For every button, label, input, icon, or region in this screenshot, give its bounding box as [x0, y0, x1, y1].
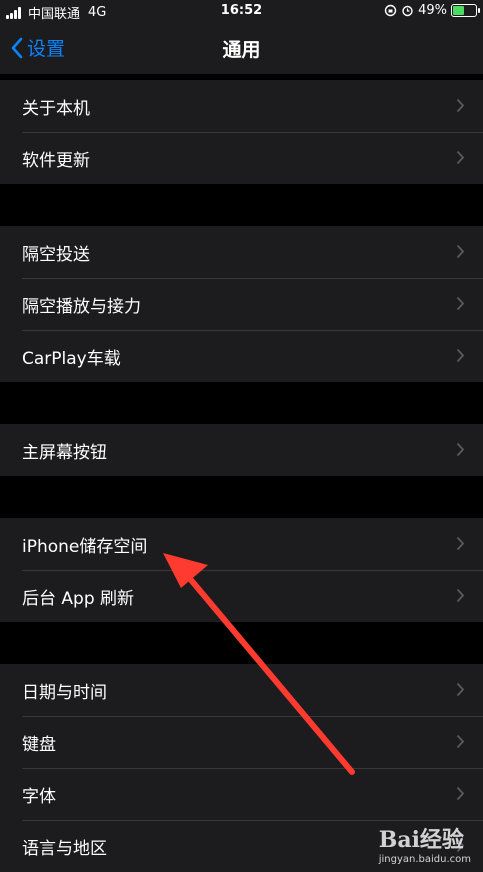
settings-row-airdrop[interactable]: 隔空投送	[0, 226, 483, 278]
settings-row-airplay-handoff[interactable]: 隔空播放与接力	[0, 278, 483, 330]
settings-group-airdrop: 隔空投送 隔空播放与接力 CarPlay车载	[0, 226, 483, 382]
watermark-brand: Bai经验	[378, 827, 464, 853]
row-label: 软件更新	[22, 150, 90, 171]
settings-group-home-button: 主屏幕按钮	[0, 424, 483, 476]
page-title: 通用	[222, 39, 261, 61]
battery-percent: 49%	[418, 3, 447, 18]
chevron-right-icon	[456, 536, 465, 551]
row-label: 隔空投送	[22, 244, 90, 265]
status-right: 49%	[384, 3, 480, 18]
chevron-right-icon	[456, 786, 465, 801]
settings-row-home-button[interactable]: 主屏幕按钮	[0, 424, 483, 476]
watermark: Bai经验 jingyan.baidu.com	[379, 822, 471, 865]
settings-row-keyboard[interactable]: 键盘	[0, 716, 483, 768]
settings-group-storage: iPhone储存空间 后台 App 刷新	[0, 518, 483, 622]
chevron-right-icon	[456, 150, 465, 165]
settings-group-about: 关于本机 软件更新	[0, 80, 483, 184]
status-bar: 中国联通 4G 16:52 49%	[0, 0, 483, 22]
settings-row-background-refresh[interactable]: 后台 App 刷新	[0, 570, 483, 622]
chevron-right-icon	[456, 682, 465, 697]
row-label: 键盘	[22, 734, 56, 755]
row-label: iPhone储存空间	[22, 536, 148, 557]
settings-row-date-time[interactable]: 日期与时间	[0, 664, 483, 716]
watermark-url: jingyan.baidu.com	[378, 854, 471, 865]
settings-row-software-update[interactable]: 软件更新	[0, 132, 483, 184]
chevron-right-icon	[456, 98, 465, 113]
row-label: 字体	[22, 786, 56, 807]
alarm-icon	[402, 5, 413, 17]
row-label: CarPlay车载	[22, 348, 121, 369]
chevron-right-icon	[456, 244, 465, 259]
settings-row-carplay[interactable]: CarPlay车载	[0, 330, 483, 382]
settings-row-fonts[interactable]: 字体	[0, 768, 483, 820]
settings-list: 关于本机 软件更新 隔空投送 隔空播放与接力 CarPlay车载 主屏幕按钮 i…	[0, 80, 483, 872]
settings-row-about[interactable]: 关于本机	[0, 80, 483, 132]
row-label: 后台 App 刷新	[22, 588, 135, 609]
chevron-right-icon	[456, 734, 465, 749]
chevron-right-icon	[456, 296, 465, 311]
settings-row-iphone-storage[interactable]: iPhone储存空间	[0, 518, 483, 570]
battery-icon	[451, 4, 480, 17]
rotation-lock-icon	[384, 4, 397, 17]
row-label: 语言与地区	[22, 838, 107, 859]
row-label: 关于本机	[22, 98, 90, 119]
navigation-bar: 设置 通用	[0, 22, 483, 74]
row-label: 日期与时间	[22, 682, 107, 703]
row-label: 隔空播放与接力	[22, 296, 141, 317]
chevron-right-icon	[456, 588, 465, 603]
chevron-right-icon	[456, 442, 465, 457]
row-label: 主屏幕按钮	[22, 442, 107, 463]
chevron-right-icon	[456, 348, 465, 363]
